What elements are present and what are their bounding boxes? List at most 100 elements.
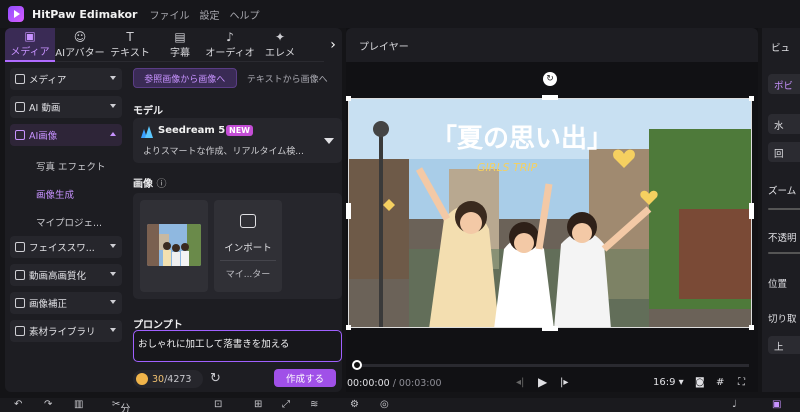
uploaded-image-card[interactable] — [140, 200, 208, 292]
menu-file[interactable]: ファイル — [149, 7, 189, 22]
preview-image[interactable]: 「夏の思い出」 GIRLS TRIP — [348, 98, 752, 328]
coin-icon — [136, 373, 148, 385]
resize-handle-left[interactable] — [346, 203, 351, 219]
sidebar-subitem-image-generation[interactable]: 画像生成 — [10, 180, 122, 208]
tab-label: AIアバター — [55, 48, 105, 59]
opacity-slider[interactable] — [768, 252, 800, 254]
sidebar-item-face-swap[interactable]: フェイススワ... — [10, 236, 122, 258]
sidebar-item-label: メディア — [29, 75, 67, 86]
tab-label: 字幕 — [170, 48, 190, 59]
sidebar-item-label: フェイススワ... — [29, 243, 95, 254]
grid-icon[interactable]: # — [716, 377, 724, 388]
tab-label: オーディオ — [205, 48, 255, 59]
split-button[interactable]: ✂ 分割 — [112, 399, 130, 412]
split-label: 分割 — [120, 404, 131, 412]
sidebar-subitem-my-projects[interactable]: マイプロジェ... — [10, 208, 122, 236]
tab-element[interactable]: ✦ エレメ — [255, 28, 305, 62]
model-name: Seedream 5.0 — [158, 125, 237, 136]
mode-text-to-image[interactable]: テキストから画像へ — [237, 68, 339, 88]
sidebar-item-label: 素材ライブラリ — [29, 327, 96, 338]
sidebar-item-video-enhance[interactable]: 動画高画質化 — [10, 264, 122, 286]
zoom-label: ズーム — [768, 186, 797, 197]
chevron-down-icon — [110, 300, 116, 304]
image-fix-icon — [15, 298, 25, 308]
prompt-input[interactable]: おしゃれに加工して落書きを加える — [133, 330, 342, 362]
rotate-handle-icon[interactable]: ↻ — [543, 72, 557, 86]
crop-label: 切り取 — [768, 314, 797, 325]
app-logo-icon — [8, 6, 24, 22]
chevron-down-icon — [110, 104, 116, 108]
chevron-down-icon — [110, 244, 116, 248]
mode-image-to-image[interactable]: 参照画像から画像へ — [133, 68, 237, 88]
sidebar-subitem-photo-effect[interactable]: 写真 エフェクト — [10, 152, 122, 180]
tab-ai-avatar[interactable]: ☺ AIアバター — [55, 28, 105, 62]
next-frame-icon[interactable]: |▸ — [560, 377, 568, 388]
play-icon[interactable]: ▶ — [538, 375, 547, 389]
ai-image-icon — [15, 130, 25, 140]
fullscreen-icon[interactable]: ⛶ — [738, 377, 745, 388]
settings-icon[interactable]: ⚙ — [350, 399, 359, 410]
my-media-button[interactable]: マイ...ター — [220, 260, 276, 280]
sidebar-item-ai-video[interactable]: AI 動画 — [10, 96, 122, 118]
timeline-toolbar: ↶ ↷ ▥ ✂ 分割 ⊡ ⊞ ⤢ ≋ ⚙ ◎ ♩ ▣ — [0, 398, 800, 412]
faceswap-icon — [15, 242, 25, 252]
rotate-button[interactable]: 回 — [768, 142, 800, 162]
tab-text[interactable]: T テキスト — [105, 28, 155, 62]
sidebar-item-library[interactable]: 素材ライブラリ — [10, 320, 122, 342]
record-icon[interactable]: ◎ — [380, 399, 389, 410]
properties-tab[interactable]: ビュ — [771, 40, 790, 54]
resize-handle-bottom[interactable] — [542, 326, 558, 331]
redo-icon[interactable]: ↷ — [44, 399, 52, 410]
left-panel: ▣ メディア ☺ AIアバター T テキスト ▤ 字幕 ♪ オーディオ ✦ エレメ › メデ… — [5, 28, 342, 392]
freeze-icon[interactable]: ⊞ — [254, 399, 262, 410]
undo-icon[interactable]: ↶ — [14, 399, 22, 410]
snapshot-icon[interactable]: ◙ — [695, 377, 705, 388]
snap-icon[interactable]: ▣ — [772, 399, 781, 410]
tab-label: テキスト — [110, 48, 150, 59]
import-card[interactable]: インポート マイ...ター — [214, 200, 282, 292]
resize-handle-right[interactable] — [749, 203, 754, 219]
zoom-slider[interactable] — [768, 208, 800, 210]
tabs-next-chevron-icon[interactable]: › — [324, 28, 342, 62]
transform-icon[interactable]: ⤢ — [282, 399, 290, 410]
info-icon[interactable]: ⓘ — [156, 179, 166, 190]
credits-total: /4273 — [164, 373, 192, 385]
resize-handle-corner[interactable] — [346, 96, 351, 101]
audio-wave-icon[interactable]: ≋ — [310, 399, 318, 410]
model-description: よりスマートな作成、リアルタイム検... — [143, 147, 304, 157]
player-header: プレイヤー — [346, 28, 758, 62]
resize-handle-corner[interactable] — [749, 96, 754, 101]
aspect-ratio-select[interactable]: 16:9 ▾ — [653, 377, 684, 388]
flip-horizontal-button[interactable]: 水 — [768, 114, 800, 134]
sidebar-item-image-fix[interactable]: 画像補正 — [10, 292, 122, 314]
audio-icon: ♪ — [226, 30, 234, 44]
library-icon — [15, 326, 25, 336]
resize-handle-corner[interactable] — [749, 325, 754, 330]
prev-frame-icon[interactable]: ◂| — [516, 377, 524, 388]
resize-handle-top[interactable] — [542, 95, 558, 100]
timeline-scrubber[interactable] — [352, 364, 749, 367]
tab-subtitle[interactable]: ▤ 字幕 — [155, 28, 205, 62]
microphone-icon[interactable]: ♩ — [732, 399, 737, 410]
model-select[interactable]: Seedream 5.0 NEW よりスマートな作成、リアルタイム検... — [133, 118, 342, 163]
tab-media[interactable]: ▣ メディア — [5, 28, 55, 62]
refresh-icon[interactable]: ↻ — [210, 371, 221, 386]
folder-icon — [15, 74, 25, 84]
import-button[interactable]: インポート — [214, 240, 282, 254]
sidebar-item-label: 動画高画質化 — [29, 271, 87, 282]
image-label-text: 画像 — [133, 179, 153, 190]
delete-icon[interactable]: ▥ — [74, 399, 83, 410]
chevron-down-icon — [110, 328, 116, 332]
generate-button[interactable]: 作成する — [274, 369, 336, 387]
crop-top-button[interactable]: 上 — [768, 336, 800, 354]
position-tab[interactable]: ポビ — [768, 74, 800, 94]
resize-handle-corner[interactable] — [346, 325, 351, 330]
sidebar-item-media[interactable]: メディア — [10, 68, 122, 90]
menu-settings[interactable]: 設定 — [199, 7, 219, 22]
sidebar-item-ai-image[interactable]: AI画像 — [10, 124, 122, 146]
menu-help[interactable]: ヘルプ — [229, 7, 259, 22]
playhead-handle[interactable] — [352, 360, 362, 370]
tab-audio[interactable]: ♪ オーディオ — [205, 28, 255, 62]
seedream-logo-icon — [141, 126, 153, 138]
crop-icon[interactable]: ⊡ — [214, 399, 222, 410]
